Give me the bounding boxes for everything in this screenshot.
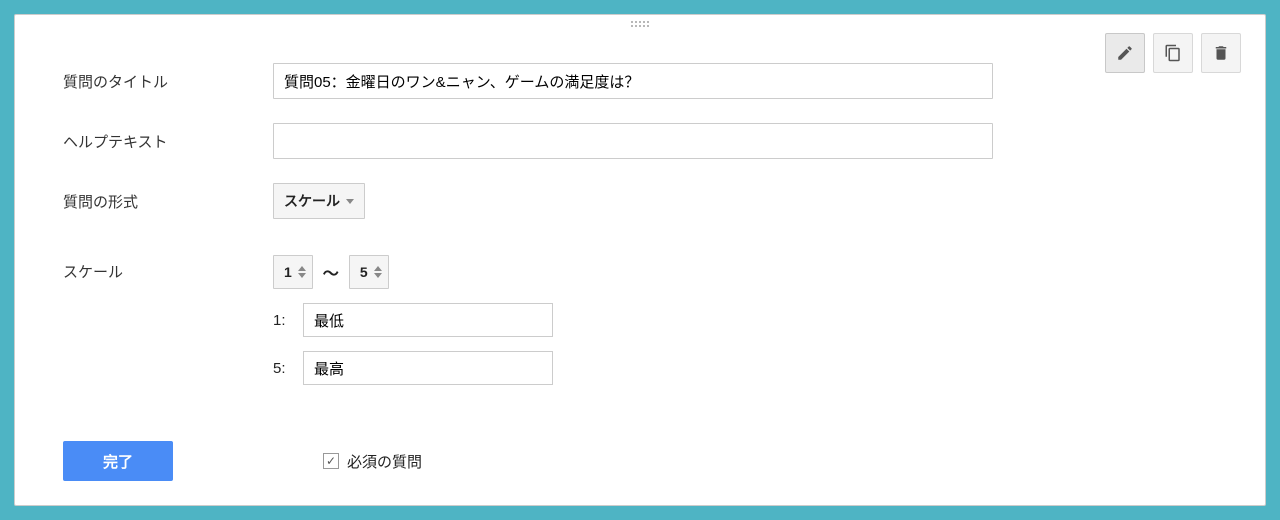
row-question-type: 質問の形式 スケール (63, 183, 1233, 219)
scale-min-label-input[interactable] (303, 303, 553, 337)
help-text-input[interactable] (273, 123, 993, 159)
chevron-down-icon (346, 199, 354, 204)
edit-icon (1116, 44, 1134, 62)
label-help-text: ヘルプテキスト (63, 131, 273, 152)
question-type-dropdown[interactable]: スケール (273, 183, 365, 219)
scale-max-stepper[interactable]: 5 (349, 255, 389, 289)
scale-range: 1 〜 5 (273, 255, 553, 289)
question-title-input[interactable] (273, 63, 993, 99)
scale-max-value: 5 (360, 264, 368, 280)
scale-area: 1 〜 5 1: (273, 255, 553, 385)
required-label: 必須の質問 (347, 451, 422, 472)
question-editor-card: 質問のタイトル ヘルプテキスト 質問の形式 スケール スケール 1 (14, 14, 1266, 506)
row-scale: スケール 1 〜 5 (63, 255, 1233, 385)
scale-min-stepper[interactable]: 1 (273, 255, 313, 289)
scale-max-label-row: 5: (273, 351, 553, 385)
required-toggle[interactable]: ✓ 必須の質問 (323, 451, 422, 472)
row-help-text: ヘルプテキスト (63, 123, 1233, 159)
scale-max-number: 5: (273, 360, 291, 377)
form-rows: 質問のタイトル ヘルプテキスト 質問の形式 スケール スケール 1 (63, 63, 1233, 385)
duplicate-button[interactable] (1153, 33, 1193, 73)
toolbar (1105, 33, 1241, 73)
scale-min-value: 1 (284, 264, 292, 280)
checkbox-icon: ✓ (323, 453, 339, 469)
stepper-arrows-icon (374, 266, 382, 278)
label-scale: スケール (63, 255, 273, 282)
copy-icon (1164, 44, 1182, 62)
drag-handle-icon[interactable] (631, 21, 649, 27)
stepper-arrows-icon (298, 266, 306, 278)
label-question-type: 質問の形式 (63, 191, 273, 212)
row-question-title: 質問のタイトル (63, 63, 1233, 99)
delete-button[interactable] (1201, 33, 1241, 73)
footer: 完了 ✓ 必須の質問 (63, 441, 1233, 481)
question-type-value: スケール (284, 191, 340, 211)
scale-min-label-row: 1: (273, 303, 553, 337)
trash-icon (1212, 44, 1230, 62)
scale-min-number: 1: (273, 312, 291, 329)
scale-max-label-input[interactable] (303, 351, 553, 385)
label-question-title: 質問のタイトル (63, 71, 273, 92)
done-button[interactable]: 完了 (63, 441, 173, 481)
range-separator: 〜 (323, 260, 339, 284)
edit-button[interactable] (1105, 33, 1145, 73)
